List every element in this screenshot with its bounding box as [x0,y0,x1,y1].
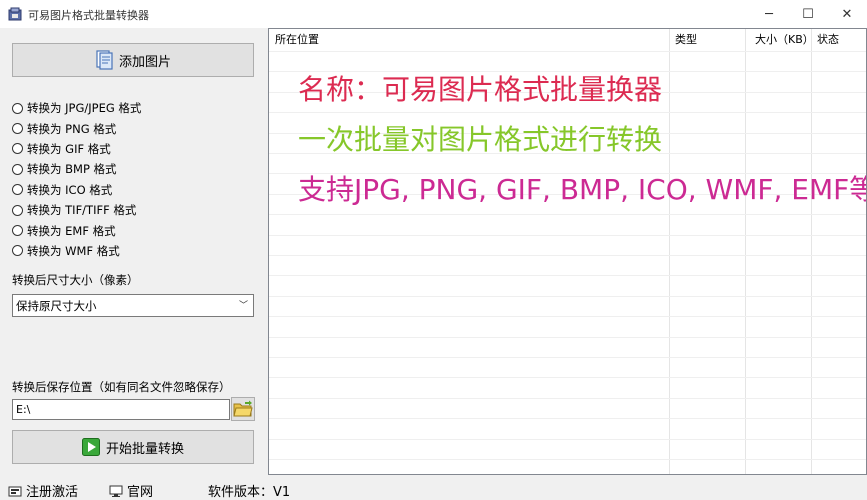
grid-line [269,357,866,358]
radio-label: 转换为 JPG/JPEG 格式 [27,101,142,116]
status-bar: 注册激活 官网 软件版本：V1 [0,478,867,500]
grid-line [269,51,866,52]
grid-line [269,255,866,256]
column-divider [811,29,812,474]
radio-label: 转换为 BMP 格式 [27,162,117,177]
grid-line [269,398,866,399]
register-link[interactable]: 注册激活 [8,481,78,500]
window-title: 可易图片格式批量转换器 [28,9,149,22]
radio-label: 转换为 PNG 格式 [27,121,117,136]
file-list[interactable]: 所在位置 类型 大小（KB） 状态 名称：可易图片格式批量换器 一次批量对图片格… [268,28,867,475]
grid-line [269,377,866,378]
minimize-button[interactable]: ─ [747,0,791,28]
radio-button[interactable] [12,163,23,175]
radio-tif[interactable]: 转换为 TIF/TIFF 格式 [12,200,141,220]
save-path-input[interactable]: E:\ [12,399,230,420]
file-list-header: 所在位置 类型 大小（KB） 状态 [269,29,866,51]
start-conversion-label: 开始批量转换 [105,441,184,457]
radio-emf[interactable]: 转换为 EMF 格式 [12,220,141,240]
grid-line [269,439,866,440]
radio-button[interactable] [12,143,23,155]
grid-line [269,275,866,276]
add-images-button[interactable]: 添加图片 [12,43,254,77]
column-status[interactable]: 状态 [811,29,866,51]
add-image-icon [96,50,113,70]
radio-png[interactable]: 转换为 PNG 格式 [12,118,141,138]
grid-line [269,459,866,460]
version-text: 软件版本：V1 [208,485,291,500]
radio-gif[interactable]: 转换为 GIF 格式 [12,139,141,159]
grid-line [269,296,866,297]
radio-button[interactable] [12,225,23,237]
overlay-text-formats: 支持JPG, PNG, GIF, BMP, ICO, WMF, EMF等 [298,173,867,206]
radio-label: 转换为 TIF/TIFF 格式 [27,203,137,218]
monitor-icon [109,485,123,497]
radio-button[interactable] [12,102,23,114]
website-label: 官网 [127,485,154,500]
website-link[interactable]: 官网 [109,481,153,500]
maximize-button[interactable]: ☐ [786,0,830,28]
save-location-label: 转换后保存位置（如有同名文件忽略保存） [12,380,231,394]
radio-button[interactable] [12,245,23,257]
start-conversion-button[interactable]: 开始批量转换 [12,430,254,464]
overlay-text-name: 名称：可易图片格式批量换器 [298,73,663,106]
grid-line [269,418,866,419]
play-icon [81,438,100,456]
column-size[interactable]: 大小（KB） [745,29,814,51]
overlay-text-batch: 一次批量对图片格式进行转换 [298,123,663,156]
register-label: 注册激活 [26,485,79,500]
key-icon [8,486,22,496]
grid-line [269,214,866,215]
radio-bmp[interactable]: 转换为 BMP 格式 [12,159,141,179]
chevron-down-icon[interactable]: ﹀ [239,298,248,311]
size-select-value: 保持原尺寸大小 [16,299,97,313]
app-icon [8,7,22,21]
radio-button[interactable] [12,184,23,196]
radio-wmf[interactable]: 转换为 WMF 格式 [12,241,141,261]
radio-label: 转换为 GIF 格式 [27,141,111,156]
column-divider [669,29,670,474]
radio-jpg[interactable]: 转换为 JPG/JPEG 格式 [12,98,141,118]
folder-icon [233,400,253,417]
grid-line [269,112,866,113]
column-divider [745,29,746,474]
close-button[interactable]: ✕ [825,0,867,28]
grid-line [269,337,866,338]
size-label: 转换后尺寸大小（像素） [12,273,139,287]
size-select[interactable]: 保持原尺寸大小 ﹀ [12,294,254,317]
radio-ico[interactable]: 转换为 ICO 格式 [12,180,141,200]
browse-folder-button[interactable] [231,397,255,421]
radio-label: 转换为 ICO 格式 [27,182,113,197]
radio-label: 转换为 WMF 格式 [27,243,120,258]
radio-button[interactable] [12,204,23,216]
grid-line [269,235,866,236]
grid-line [269,316,866,317]
title-bar: 可易图片格式批量转换器 ─ ☐ ✕ [0,0,867,28]
radio-button[interactable] [12,123,23,135]
column-type[interactable]: 类型 [669,29,740,51]
add-images-label: 添加图片 [118,54,171,70]
format-radio-group: 转换为 JPG/JPEG 格式 转换为 PNG 格式 转换为 GIF 格式 转换… [12,98,141,261]
radio-label: 转换为 EMF 格式 [27,223,116,238]
column-location[interactable]: 所在位置 [269,29,669,51]
